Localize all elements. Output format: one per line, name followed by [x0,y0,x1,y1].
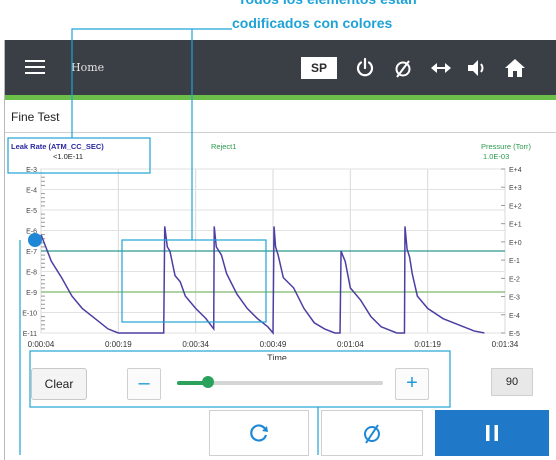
right-tick-label: E-3 [509,295,520,302]
null-icon [364,424,380,444]
refresh-icon [250,424,268,442]
home-icon[interactable] [503,56,527,80]
left-tick-label: E-5 [26,208,37,215]
right-axis-title: Pressure (Torr) [481,142,532,151]
left-axis-title: Leak Rate (ATM_CC_SEC) [11,142,104,151]
zoom-out-button[interactable]: – [127,368,161,400]
pause-button[interactable] [435,410,549,456]
right-tick-label: E-2 [509,276,520,283]
refresh-button[interactable] [209,410,309,456]
null-icon[interactable] [391,56,415,80]
leak-rate-chart: Leak Rate (ATM_CC_SEC) <1.0E-11 Reject1 … [11,142,532,363]
left-tick-label: E-4 [26,188,37,195]
right-axis-value: 1.0E-03 [483,152,509,161]
right-tick-label: E+4 [509,167,522,174]
right-tick-label: E-5 [509,331,520,338]
hamburger-icon[interactable] [25,60,45,75]
x-tick-label: 0:00:49 [260,340,287,349]
home-label: Home [71,61,105,74]
x-tick-label: 0:01:04 [337,340,364,349]
left-tick-label: E-7 [26,249,37,256]
page-title: Fine Test [11,110,60,124]
value-readout: 90 [491,368,533,396]
slider-thumb[interactable] [201,376,214,388]
zoom-in-button[interactable]: + [395,368,429,400]
clear-button[interactable]: Clear [31,368,87,400]
right-tick-label: E+1 [509,222,522,229]
left-tick-label: E-6 [26,229,37,236]
top-bar: Home SP [5,40,556,95]
x-tick-label: 0:00:34 [182,340,209,349]
sp-button[interactable]: SP [301,57,337,79]
right-tick-label: E-1 [509,258,520,265]
left-tick-label: E-8 [26,270,37,277]
callout-line-2: codificados con colores [232,15,393,31]
power-icon[interactable] [353,56,377,80]
x-tick-label: 0:00:04 [28,340,55,349]
left-axis-value: <1.0E-11 [53,152,83,161]
x-tick-label: 0:01:34 [492,340,519,349]
bottom-toolbar [5,410,556,460]
horizontal-arrows-icon[interactable] [429,56,453,80]
left-tick-label: E-9 [26,290,37,297]
right-tick-label: E+3 [509,185,522,192]
null-button[interactable] [321,410,423,456]
x-tick-label: 0:00:19 [105,340,132,349]
zoom-controls: Clear – + 90 [5,360,556,410]
left-tick-label: E-3 [26,167,37,174]
right-tick-label: E+2 [509,203,522,210]
right-tick-label: E-4 [509,313,520,320]
leak-rate-series-line [40,226,485,336]
left-tick-label: E-10 [22,311,37,318]
pause-icon [486,425,498,441]
x-tick-label: 0:01:19 [414,340,441,349]
right-tick-label: E+0 [509,240,522,247]
reject-label: Reject1 [211,142,236,151]
title-bar: Fine Test [5,100,556,133]
zoom-slider[interactable] [177,376,387,390]
speaker-icon[interactable] [465,56,489,80]
callout-line-1: Todos los elementos están [238,0,417,9]
device-screen: Home SP Fine Test Leak Rate (ATM_CC_SEC)… [4,40,556,460]
left-tick-label: E-11 [23,331,37,338]
chart-area: Leak Rate (ATM_CC_SEC) <1.0E-11 Reject1 … [5,133,556,363]
